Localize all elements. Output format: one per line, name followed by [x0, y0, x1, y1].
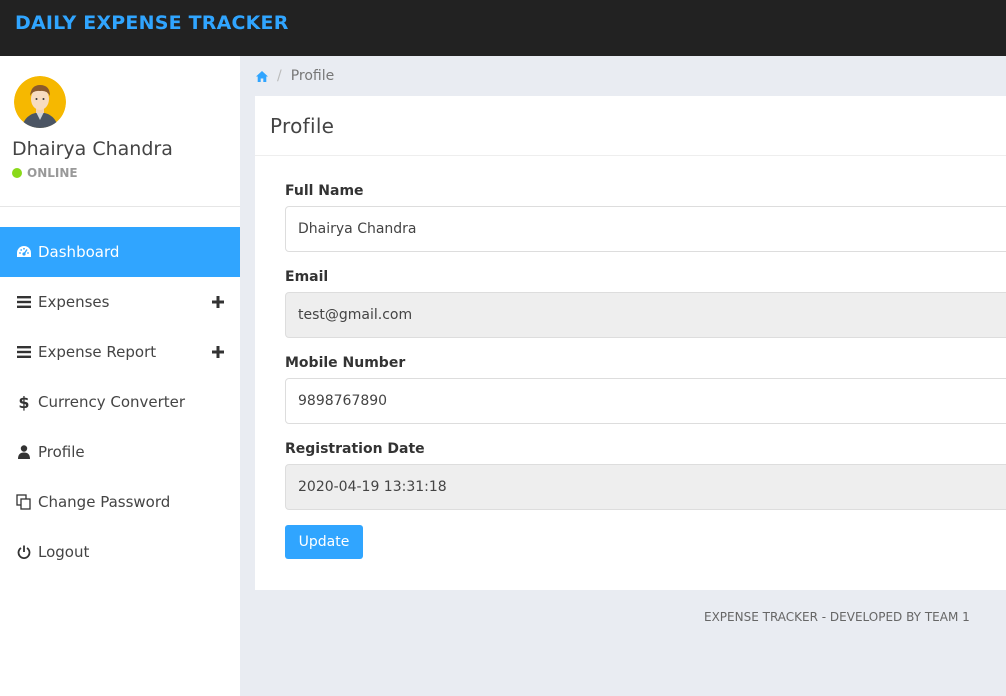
footer-credit: EXPENSE TRACKER - DEVELOPED BY TEAM 1 — [704, 610, 970, 624]
sidebar-menu: Dashboard Expenses Expense Report $ Curr… — [0, 227, 240, 577]
expand-plus-icon[interactable] — [212, 294, 224, 308]
sidebar-item-label: Expenses — [38, 293, 110, 311]
breadcrumb-current: Profile — [290, 68, 335, 84]
sidebar-item-logout[interactable]: Logout — [0, 527, 240, 577]
sidebar-item-expenses[interactable]: Expenses — [0, 277, 240, 327]
breadcrumb: / Profile — [240, 56, 1006, 96]
online-dot-icon — [12, 168, 22, 178]
sidebar-item-label: Expense Report — [38, 343, 157, 361]
user-status: ONLINE — [12, 166, 78, 180]
user-icon — [15, 443, 33, 461]
user-name: Dhairya Chandra — [12, 138, 173, 160]
mobile-number-input[interactable] — [285, 378, 1006, 424]
sidebar-item-label: Currency Converter — [38, 393, 186, 411]
home-icon[interactable] — [256, 70, 268, 82]
email-label: Email — [285, 269, 329, 285]
status-label: ONLINE — [27, 166, 78, 180]
avatar — [14, 76, 66, 128]
sidebar-item-expense-report[interactable]: Expense Report — [0, 327, 240, 377]
sidebar-item-label: Profile — [38, 443, 85, 461]
breadcrumb-separator: / — [277, 68, 282, 84]
full-name-label: Full Name — [285, 183, 364, 199]
registration-date-input[interactable] — [285, 464, 1006, 510]
power-icon — [15, 543, 33, 561]
profile-panel: Profile Full Name Email Mobile Number Re… — [255, 96, 1006, 590]
list-icon — [15, 343, 33, 361]
registration-date-label: Registration Date — [285, 441, 425, 457]
sidebar-item-profile[interactable]: Profile — [0, 427, 240, 477]
email-input[interactable] — [285, 292, 1006, 338]
sidebar: Dhairya Chandra ONLINE Dashboard Expense… — [0, 56, 240, 696]
sidebar-item-change-password[interactable]: Change Password — [0, 477, 240, 527]
full-name-input[interactable] — [285, 206, 1006, 252]
brand-title[interactable]: DAILY EXPENSE TRACKER — [15, 12, 289, 34]
update-button[interactable]: Update — [285, 525, 363, 559]
sidebar-item-label: Change Password — [38, 493, 171, 511]
list-icon — [15, 293, 33, 311]
expand-plus-icon[interactable] — [212, 344, 224, 358]
mobile-number-label: Mobile Number — [285, 355, 406, 371]
sidebar-divider — [0, 206, 240, 207]
dashboard-icon — [15, 243, 33, 261]
sidebar-item-label: Dashboard — [38, 243, 120, 261]
panel-heading: Profile — [255, 96, 1006, 156]
sidebar-item-label: Logout — [38, 543, 90, 561]
sidebar-item-currency-converter[interactable]: $ Currency Converter — [0, 377, 240, 427]
top-navbar: DAILY EXPENSE TRACKER — [0, 0, 1006, 56]
sidebar-item-dashboard[interactable]: Dashboard — [0, 227, 240, 277]
dollar-icon: $ — [18, 392, 30, 412]
copy-icon — [15, 493, 33, 511]
